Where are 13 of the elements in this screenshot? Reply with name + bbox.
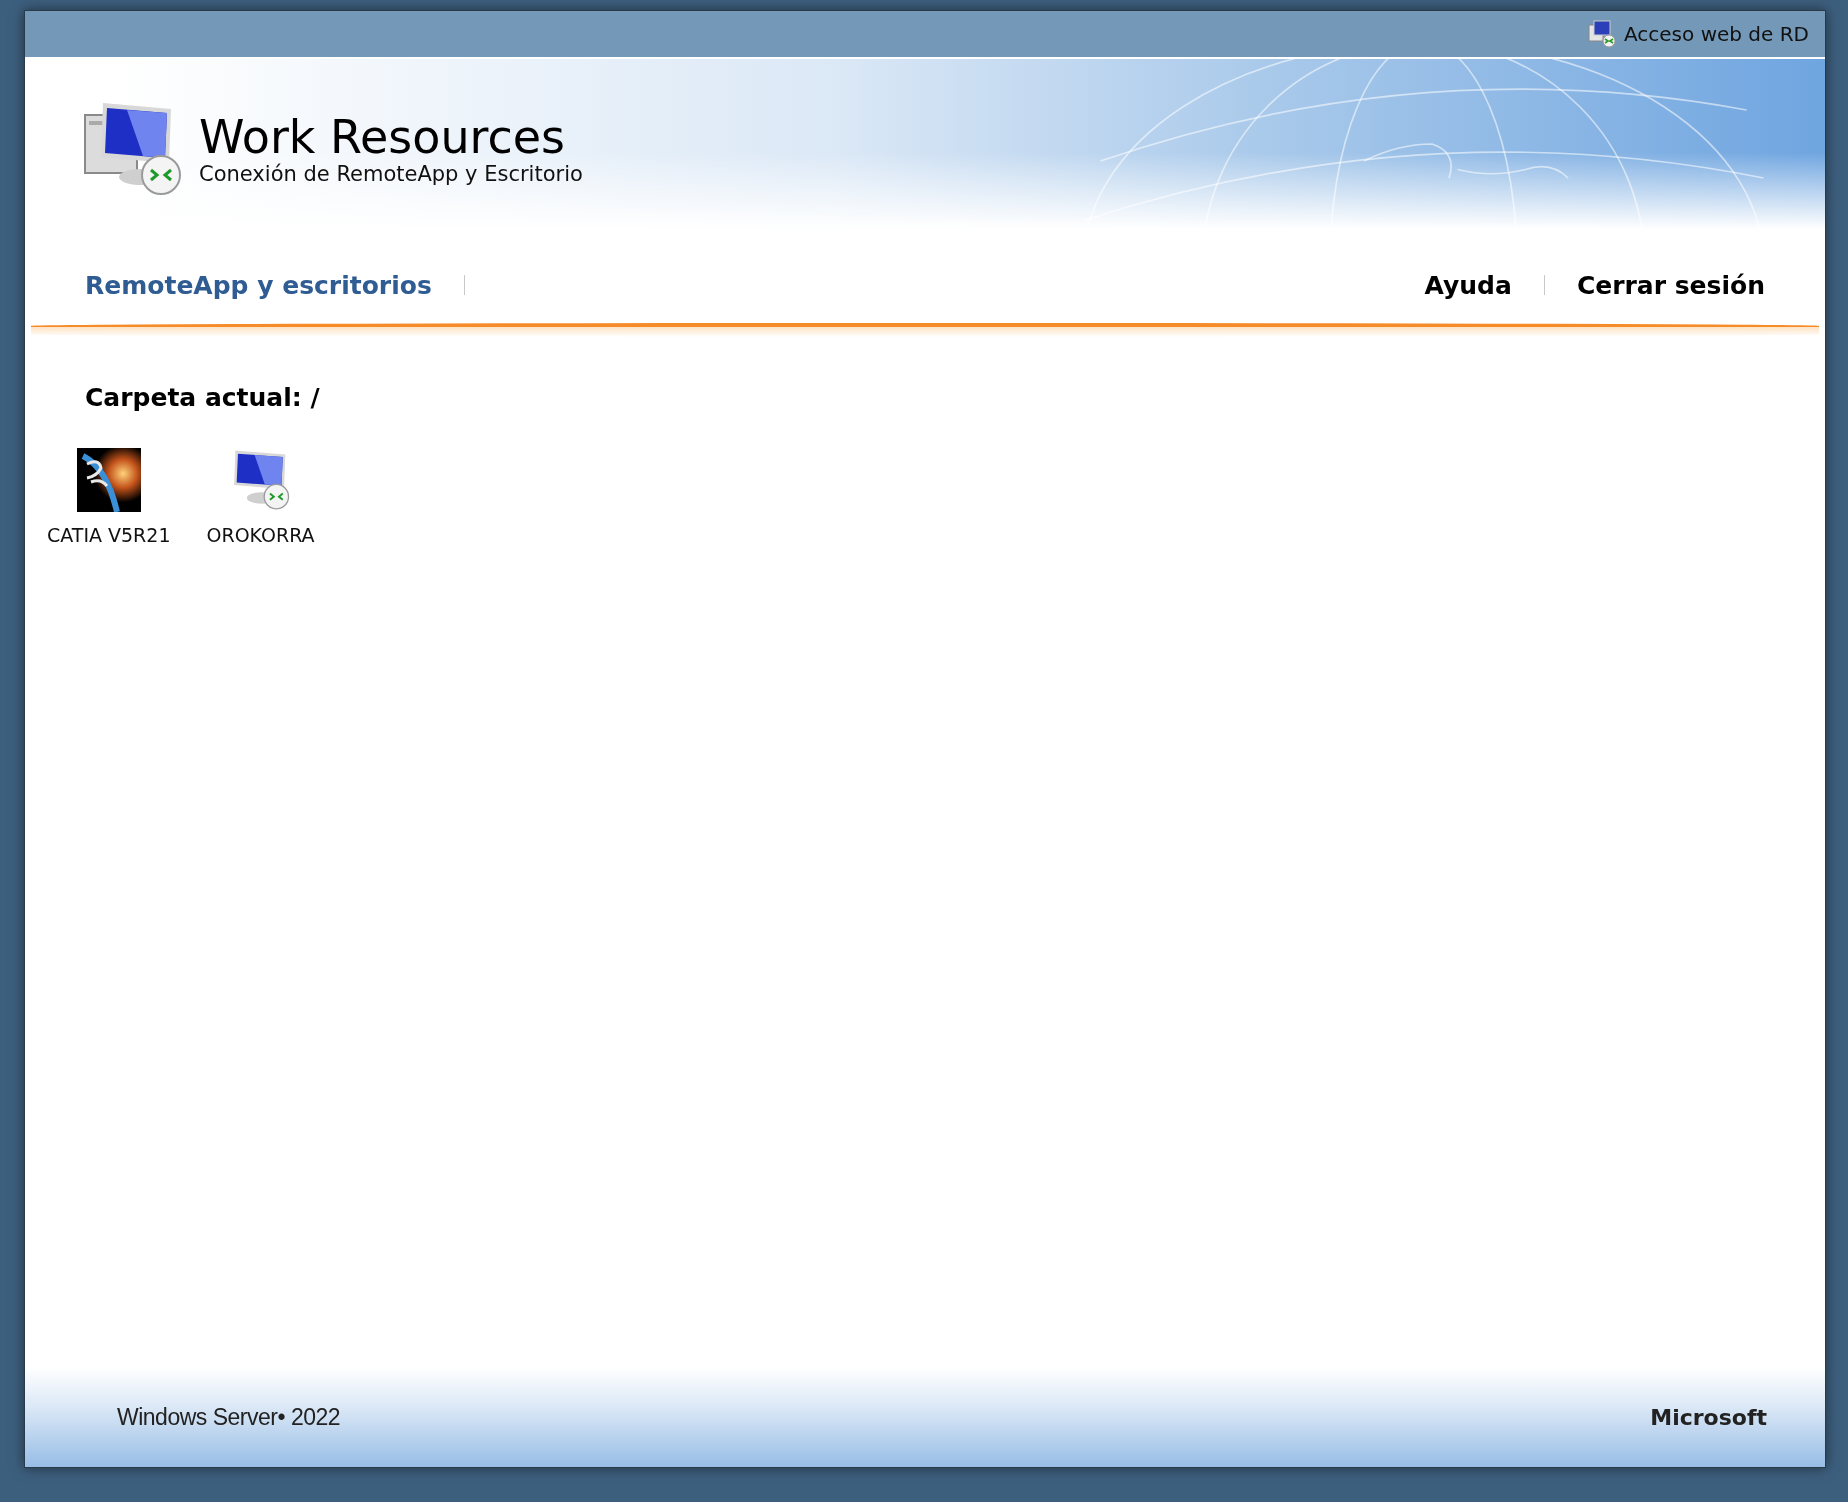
resource-name[interactable]: OROKORRA: [206, 524, 315, 546]
resource-name[interactable]: CATIA V5R21: [47, 524, 171, 546]
nav-link[interactable]: Ayuda: [1424, 270, 1512, 300]
nav-tab[interactable]: RemoteApp y escritorios: [85, 270, 432, 300]
current-folder-label: Carpeta actual: /: [84, 383, 321, 412]
page-title: Work Resources: [199, 111, 567, 163]
site-title: Acceso web de RD: [1624, 22, 1809, 46]
page-subtitle: Conexión de RemoteApp y Escritorio: [199, 162, 583, 187]
remote-desktop-icon: [1588, 20, 1616, 48]
product-name: Windows Server• 2022: [117, 1403, 341, 1431]
nav-link[interactable]: Cerrar sesión: [1576, 270, 1765, 300]
company-name: Microsoft: [1650, 1404, 1767, 1430]
remote-desktop-icon: [83, 101, 183, 197]
